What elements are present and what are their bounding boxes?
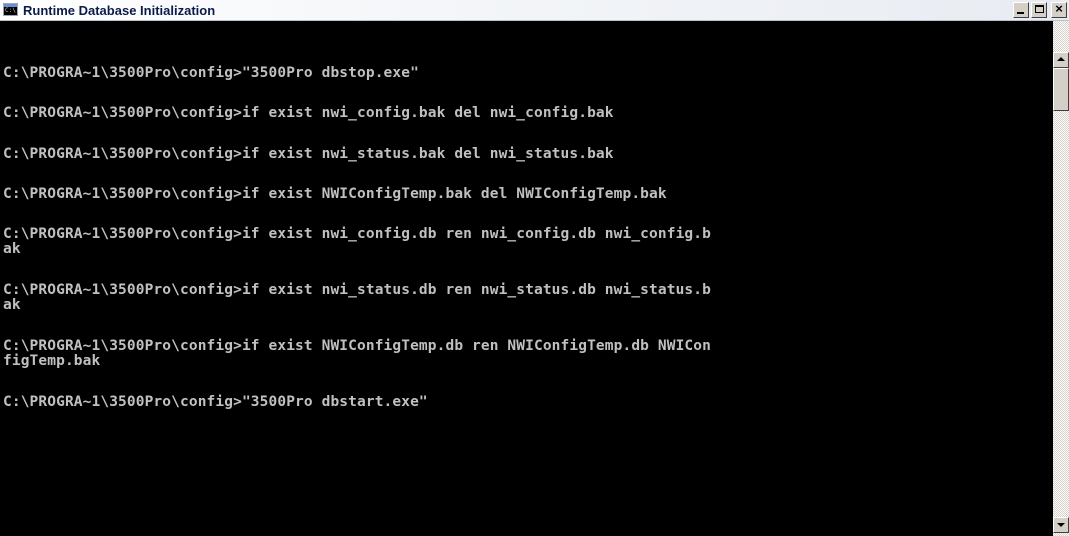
scroll-up-button[interactable] xyxy=(1053,52,1069,68)
console-line: C:\PROGRA~1\3500Pro\config>if exist NWIC… xyxy=(3,186,667,202)
console-line: C:\PROGRA~1\3500Pro\config>if exist nwi_… xyxy=(3,226,711,242)
title-bar[interactable]: C:\ Runtime Database Initialization × xyxy=(0,0,1069,21)
console-line: C:\PROGRA~1\3500Pro\config>if exist nwi_… xyxy=(3,282,711,298)
minimize-button[interactable] xyxy=(1013,2,1029,18)
close-button[interactable]: × xyxy=(1051,2,1067,18)
vertical-scrollbar[interactable] xyxy=(1053,21,1069,536)
console-icon[interactable]: C:\ xyxy=(3,3,18,16)
console-line: figTemp.bak xyxy=(3,353,101,369)
console-line: ak xyxy=(3,241,21,257)
console-line: C:\PROGRA~1\3500Pro\config>"3500Pro dbst… xyxy=(3,394,428,410)
down-arrow-icon xyxy=(1057,523,1065,527)
maximize-button[interactable] xyxy=(1031,2,1047,18)
minimize-icon xyxy=(1017,12,1024,14)
up-arrow-icon xyxy=(1057,57,1065,61)
console-line: C:\PROGRA~1\3500Pro\config>if exist nwi_… xyxy=(3,105,614,121)
close-icon: × xyxy=(1055,1,1063,16)
console-line: ak xyxy=(3,297,21,313)
scrollbar-thumb[interactable] xyxy=(1053,68,1069,111)
console-line: C:\PROGRA~1\3500Pro\config>"3500Pro dbst… xyxy=(3,65,419,81)
scroll-down-button[interactable] xyxy=(1053,517,1069,533)
window-title: Runtime Database Initialization xyxy=(23,3,216,18)
console-output[interactable]: C:\PROGRA~1\3500Pro\config>"3500Pro dbst… xyxy=(0,21,1053,536)
console-line: C:\PROGRA~1\3500Pro\config>if exist nwi_… xyxy=(3,146,614,162)
console-line: C:\PROGRA~1\3500Pro\config>if exist NWIC… xyxy=(3,338,711,354)
maximize-icon xyxy=(1035,5,1044,13)
